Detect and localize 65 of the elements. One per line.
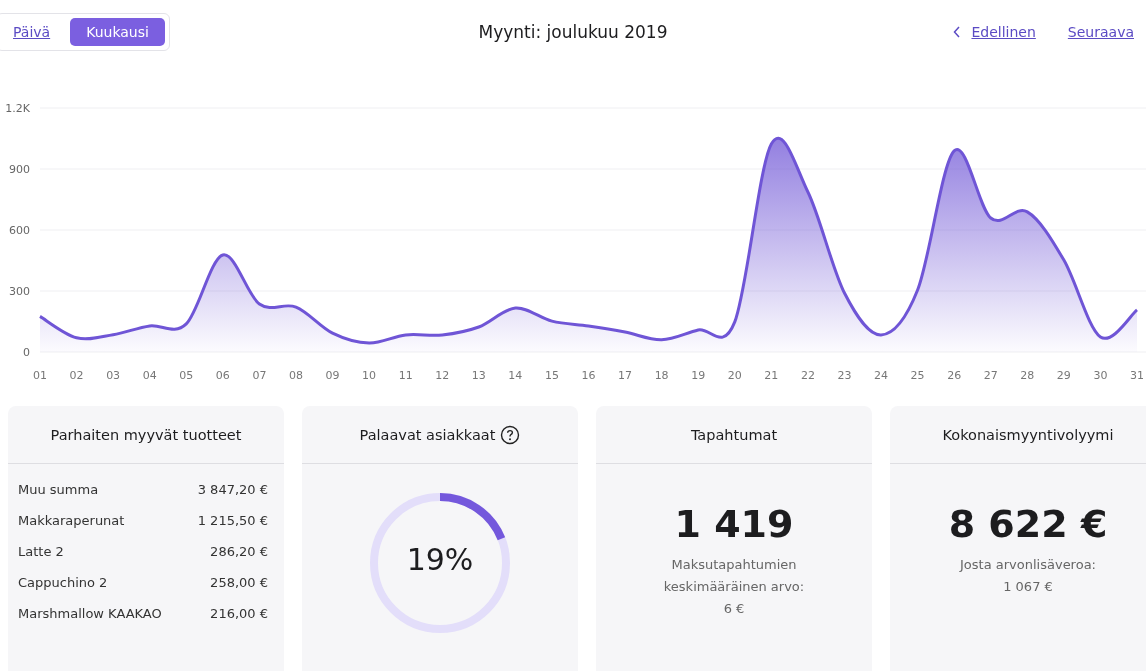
percentage-value: 19% xyxy=(405,542,475,577)
product-name: Marshmallow KAAKAO xyxy=(18,606,162,621)
page-title: Myynti: joulukuu 2019 xyxy=(478,22,668,42)
next-link[interactable]: Seuraava xyxy=(1067,24,1134,40)
x-axis-label: 25 xyxy=(910,369,925,382)
product-name: Cappuchino 2 xyxy=(18,575,108,590)
x-axis-label: 16 xyxy=(581,369,596,382)
product-amount: 286,20 € xyxy=(210,544,268,559)
y-axis-label: 300 xyxy=(9,285,30,298)
x-axis-label: 17 xyxy=(618,369,633,382)
x-axis-label: 01 xyxy=(33,369,47,382)
x-axis-label: 19 xyxy=(691,369,706,382)
x-axis-label: 03 xyxy=(106,369,121,382)
card-title: Palaavat asiakkaat xyxy=(359,426,496,443)
card-title: Kokonaismyyntivolyymi xyxy=(942,426,1114,443)
chevron-left-icon[interactable] xyxy=(953,26,962,38)
x-axis-label: 10 xyxy=(362,369,377,382)
y-axis-label: 900 xyxy=(9,163,30,176)
x-axis-label: 24 xyxy=(874,369,889,382)
x-axis-label: 30 xyxy=(1093,369,1108,382)
x-axis-label: 27 xyxy=(983,369,998,382)
stat-note: Maksutapahtumien xyxy=(671,556,797,574)
view-tab[interactable]: Kuukausi xyxy=(70,18,165,46)
product-amount: 258,00 € xyxy=(210,575,268,590)
x-axis-label: 21 xyxy=(764,369,779,382)
previous-link[interactable]: Edellinen xyxy=(971,24,1036,40)
x-axis-label: 15 xyxy=(544,369,559,382)
x-axis-label: 06 xyxy=(215,369,230,382)
x-axis-label: 28 xyxy=(1020,369,1035,382)
x-axis-label: 04 xyxy=(142,369,157,382)
stat-note: 6 € xyxy=(723,600,745,618)
stat-note: Josta arvonlisäveroa: xyxy=(960,556,1096,574)
card-title: Tapahtumat xyxy=(690,426,778,443)
x-axis-label: 08 xyxy=(288,369,303,382)
stat-note: 1 067 € xyxy=(1003,578,1053,596)
product-amount: 216,00 € xyxy=(210,606,268,621)
y-axis-label: 1.2K xyxy=(5,102,30,115)
help-icon[interactable] xyxy=(500,424,521,445)
x-axis-label: 05 xyxy=(179,369,194,382)
x-axis-label: 12 xyxy=(435,369,450,382)
card-title: Parhaiten myyvät tuotteet xyxy=(50,426,242,443)
product-name: Latte 2 xyxy=(18,544,64,559)
x-axis-label: 20 xyxy=(727,369,742,382)
x-axis-label: 09 xyxy=(325,369,340,382)
stat-value: 8 622 € xyxy=(947,502,1109,546)
x-axis-label: 13 xyxy=(471,369,486,382)
product-amount: 3 847,20 € xyxy=(197,482,268,497)
x-axis-label: 07 xyxy=(252,369,267,382)
x-axis-label: 22 xyxy=(800,369,815,382)
x-axis-label: 23 xyxy=(837,369,852,382)
y-axis-label: 600 xyxy=(9,224,30,237)
y-axis-label: 0 xyxy=(23,346,30,359)
x-axis-label: 31 xyxy=(1130,369,1144,382)
x-axis-label: 14 xyxy=(508,369,523,382)
x-axis-label: 02 xyxy=(69,369,84,382)
product-name: Muu summa xyxy=(18,482,99,497)
x-axis-label: 11 xyxy=(398,369,413,382)
stat-note: keskimääräinen arvo: xyxy=(663,578,805,596)
x-axis-label: 26 xyxy=(947,369,962,382)
x-axis-label: 18 xyxy=(654,369,669,382)
x-axis-label: 29 xyxy=(1056,369,1071,382)
product-amount: 1 215,50 € xyxy=(197,513,268,528)
view-tab[interactable]: Päivä xyxy=(1,19,63,45)
product-name: Makkaraperunat xyxy=(18,513,125,528)
stat-value: 1 419 xyxy=(673,502,795,546)
